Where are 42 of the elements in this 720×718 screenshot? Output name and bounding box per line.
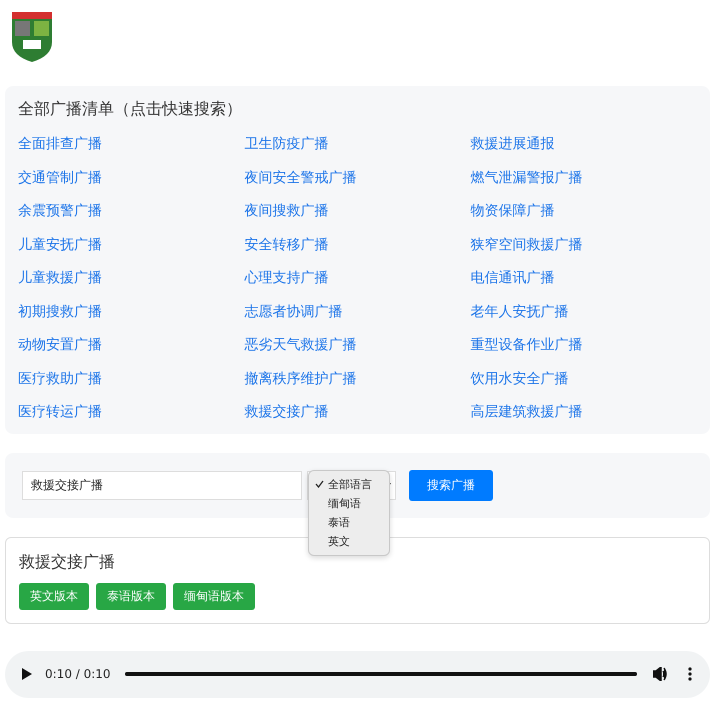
language-option[interactable]: 英文 [309,532,389,550]
broadcast-link[interactable]: 重型设备作业广播 [470,334,583,356]
volume-icon[interactable] [653,667,668,681]
broadcast-link[interactable]: 恶劣天气救援广播 [244,334,356,356]
search-button[interactable]: 搜索广播 [409,470,493,500]
broadcast-link[interactable]: 动物安置广播 [18,334,102,356]
broadcast-link[interactable]: 高层建筑救援广播 [470,401,583,424]
broadcast-link[interactable]: 救援交接广播 [244,401,328,424]
more-icon[interactable] [688,667,692,681]
broadcast-link[interactable]: 医疗转运广播 [18,401,102,424]
version-button[interactable]: 英文版本 [19,582,89,610]
broadcast-link[interactable]: 夜间安全警戒广播 [244,166,356,189]
language-option[interactable]: 泰语 [309,512,389,532]
broadcast-link[interactable]: 安全转移广播 [244,234,328,256]
broadcast-link[interactable]: 救援进展通报 [470,133,555,156]
broadcast-link[interactable]: 撤离秩序维护广播 [244,368,356,390]
language-option[interactable]: 缅甸语 [309,494,389,512]
broadcast-link[interactable]: 卫生防疫广播 [244,133,328,156]
broadcast-link[interactable]: 狭窄空间救援广播 [470,234,583,256]
broadcast-link[interactable]: 医疗救助广播 [18,368,102,390]
broadcast-link[interactable]: 心理支持广播 [244,267,328,290]
time-display: 0:10 / 0:10 [45,667,111,681]
broadcast-link[interactable]: 余震预警广播 [18,200,102,222]
broadcast-link[interactable]: 儿童救援广播 [18,267,102,290]
panel-title: 全部广播清单（点击快速搜索） [18,99,243,120]
broadcast-link[interactable]: 老年人安抚广播 [470,300,569,323]
broadcast-link[interactable]: 饮用水安全广播 [470,368,569,390]
broadcast-link[interactable]: 初期搜救广播 [18,300,102,323]
broadcast-link[interactable]: 全面排查广播 [18,133,102,156]
broadcast-link[interactable]: 儿童安抚广播 [18,234,102,256]
broadcast-link[interactable]: 燃气泄漏警报广播 [470,166,583,189]
broadcast-link[interactable]: 志愿者协调广播 [244,300,342,323]
broadcast-link[interactable]: 电信通讯广播 [470,267,555,290]
search-field[interactable]: 救援交接广播 [22,470,302,500]
language-option[interactable]: 全部语言 [309,474,389,494]
version-button[interactable]: 缅甸语版本 [173,582,255,610]
result-title: 救援交接广播 [19,552,116,572]
broadcast-link[interactable]: 夜间搜救广播 [244,200,328,222]
version-button[interactable]: 泰语版本 [96,582,166,610]
broadcast-link[interactable]: 物资保障广播 [470,200,555,222]
play-icon[interactable] [22,668,32,680]
broadcast-link[interactable]: 交通管制广播 [18,166,102,189]
